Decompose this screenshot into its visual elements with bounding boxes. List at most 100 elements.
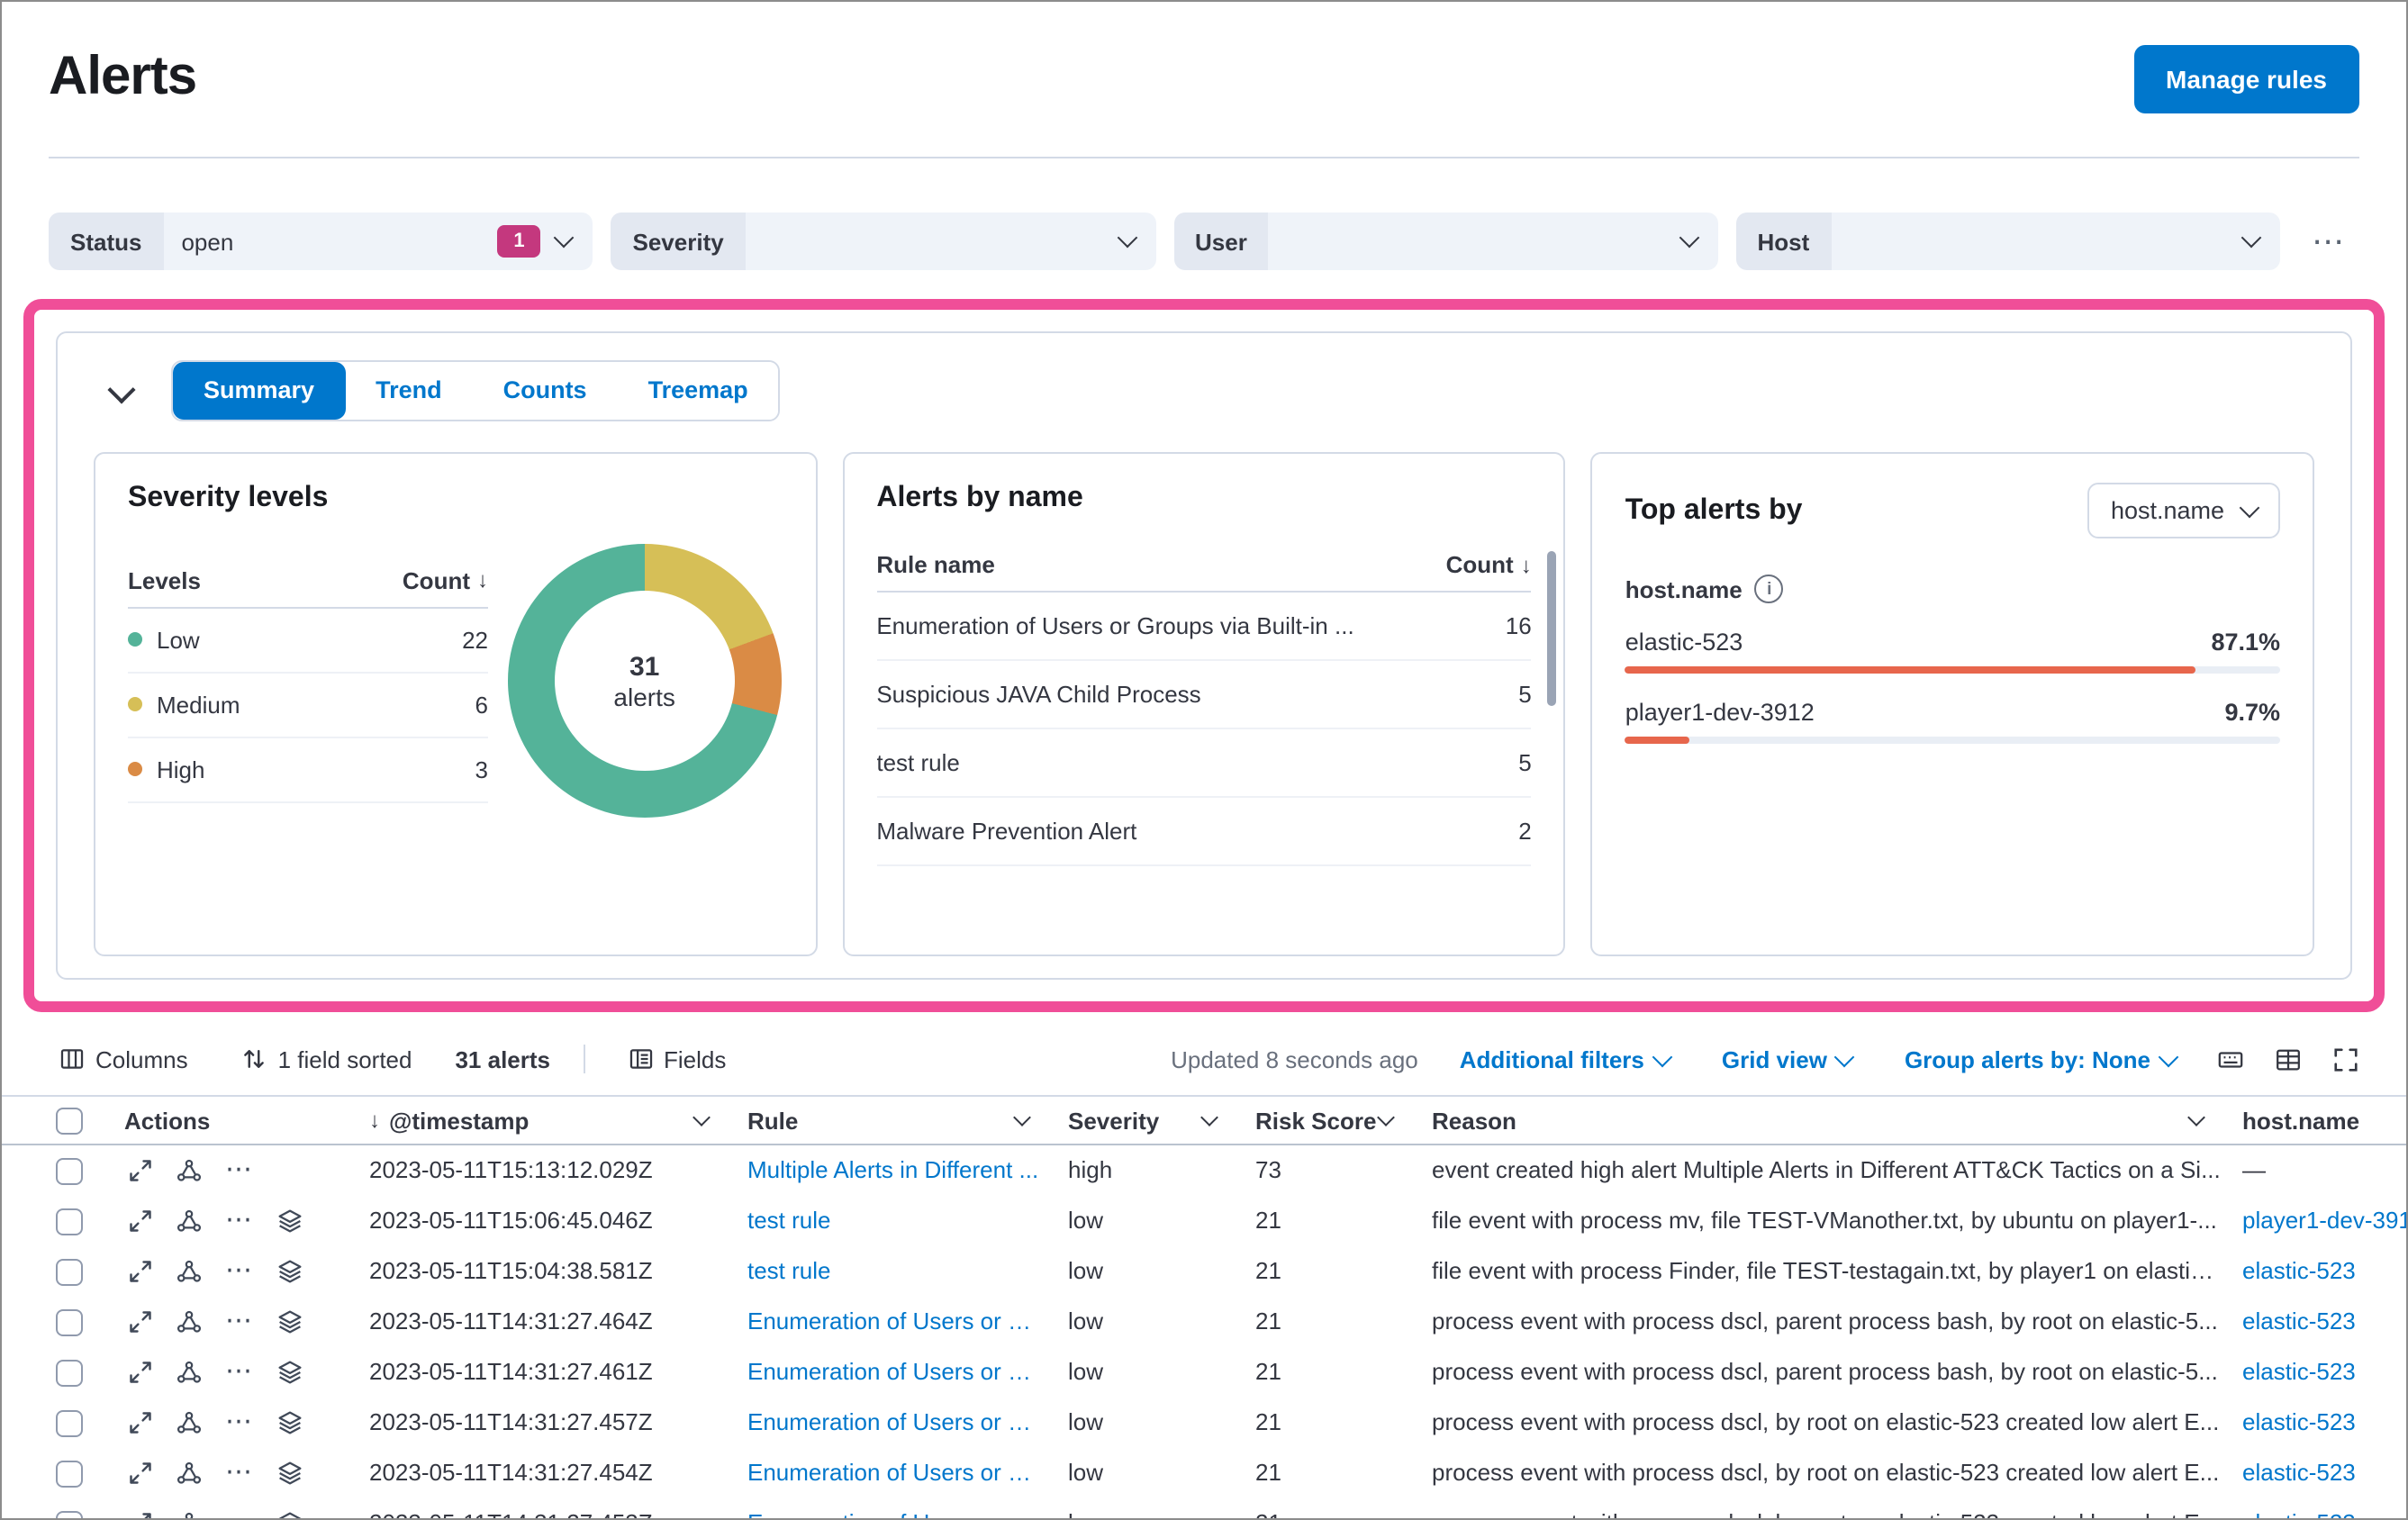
more-actions-icon[interactable]: ⋯	[225, 1158, 253, 1183]
analyze-event-icon[interactable]	[177, 1461, 202, 1486]
column-header-timestamp[interactable]: ↓ @timestamp	[348, 1107, 726, 1134]
session-view-icon[interactable]	[276, 1410, 302, 1435]
column-header-rule[interactable]: Rule	[726, 1107, 1046, 1134]
rule-link[interactable]: Enumeration of Users or Gr...	[726, 1347, 1046, 1398]
host-link[interactable]: player1-dev-3912	[2221, 1196, 2406, 1246]
more-actions-icon[interactable]: ⋯	[225, 1208, 253, 1234]
chevron-down-icon	[2239, 496, 2260, 518]
host-link[interactable]: elastic-523	[2221, 1246, 2406, 1297]
row-checkbox[interactable]	[56, 1359, 83, 1386]
severity-col-count[interactable]: Count ↓	[403, 566, 488, 593]
analyze-event-icon[interactable]	[177, 1208, 202, 1234]
expand-alert-icon[interactable]	[128, 1511, 153, 1520]
collapse-charts-button[interactable]	[94, 375, 136, 404]
analyze-event-icon[interactable]	[177, 1511, 202, 1520]
host-link[interactable]: elastic-523	[2221, 1347, 2406, 1398]
select-all-checkbox[interactable]	[56, 1107, 83, 1134]
row-checkbox[interactable]	[56, 1258, 83, 1285]
alert-row: ⋯ 2023-05-11T14:31:27.454Z Enumeration o…	[2, 1448, 2406, 1498]
severity-cell: low	[1068, 1207, 1104, 1234]
filter-host[interactable]: Host	[1735, 213, 2280, 270]
sorted-fields-button[interactable]: 1 field sorted	[231, 1044, 423, 1074]
row-checkbox[interactable]	[56, 1208, 83, 1235]
row-checkbox[interactable]	[56, 1460, 83, 1487]
fields-button[interactable]: Fields	[617, 1044, 737, 1074]
column-header-severity[interactable]: Severity	[1046, 1107, 1234, 1134]
more-actions-icon[interactable]: ⋯	[225, 1511, 253, 1518]
severity-row-high: High 3	[128, 737, 488, 802]
session-view-icon[interactable]	[276, 1309, 302, 1335]
expand-alert-icon[interactable]	[128, 1208, 153, 1234]
more-actions-icon[interactable]: ⋯	[225, 1410, 253, 1435]
session-view-icon[interactable]	[276, 1461, 302, 1486]
filter-status[interactable]: Status open 1	[49, 213, 593, 270]
abn-row: Suspicious JAVA Child Process 5	[876, 661, 1532, 729]
session-view-icon[interactable]	[276, 1259, 302, 1284]
more-actions-icon[interactable]: ⋯	[225, 1461, 253, 1486]
expand-alert-icon[interactable]	[128, 1410, 153, 1435]
analyze-event-icon[interactable]	[177, 1309, 202, 1335]
tab-summary[interactable]: Summary	[173, 362, 346, 420]
host-link[interactable]: elastic-523	[2221, 1448, 2406, 1498]
analyze-event-icon[interactable]	[177, 1259, 202, 1284]
host-link[interactable]: elastic-523	[2221, 1498, 2406, 1518]
more-actions-icon[interactable]: ⋯	[225, 1360, 253, 1385]
scrollbar-thumb[interactable]	[1547, 551, 1557, 706]
columns-button[interactable]: Columns	[49, 1044, 199, 1074]
fullscreen-button[interactable]	[2332, 1045, 2359, 1072]
top-alerts-row: player1-dev-3912 9.7%	[1625, 699, 2281, 744]
display-options-button[interactable]	[2275, 1045, 2302, 1072]
host-value-link[interactable]: elastic-523	[1625, 629, 1743, 656]
filter-severity[interactable]: Severity	[611, 213, 1155, 270]
expand-alert-icon[interactable]	[128, 1360, 153, 1385]
rule-link[interactable]: Multiple Alerts in Different ...	[726, 1145, 1046, 1196]
tab-trend[interactable]: Trend	[345, 362, 473, 420]
tab-counts[interactable]: Counts	[472, 362, 618, 420]
alert-row: ⋯ 2023-05-11T15:13:12.029Z Multiple Aler…	[2, 1145, 2406, 1196]
expand-alert-icon[interactable]	[128, 1158, 153, 1183]
expand-alert-icon[interactable]	[128, 1259, 153, 1284]
row-checkbox[interactable]	[56, 1157, 83, 1184]
host-value-link[interactable]: player1-dev-3912	[1625, 699, 1815, 726]
toolbar-divider	[583, 1045, 584, 1073]
filter-user[interactable]: User	[1173, 213, 1718, 270]
alert-row: ⋯ 2023-05-11T14:31:27.461Z Enumeration o…	[2, 1347, 2406, 1398]
row-checkbox[interactable]	[56, 1308, 83, 1335]
analyze-event-icon[interactable]	[177, 1360, 202, 1385]
rule-link[interactable]: test rule	[726, 1196, 1046, 1246]
abn-col-count[interactable]: Count ↓	[1446, 551, 1532, 578]
expand-alert-icon[interactable]	[128, 1461, 153, 1486]
more-filters-button[interactable]: ⋯	[2298, 213, 2359, 270]
rule-link[interactable]: Enumeration of Users or Gr...	[726, 1498, 1046, 1518]
rule-link[interactable]: test rule	[726, 1246, 1046, 1297]
rule-link[interactable]: Enumeration of Users or Gr...	[726, 1398, 1046, 1448]
row-checkbox[interactable]	[56, 1409, 83, 1436]
more-actions-icon[interactable]: ⋯	[225, 1309, 253, 1335]
grid-view-dropdown[interactable]: Grid view	[1711, 1044, 1863, 1074]
charts-section: Summary Trend Counts Treemap Severity le…	[56, 331, 2352, 980]
tab-treemap[interactable]: Treemap	[617, 362, 779, 420]
host-link[interactable]: elastic-523	[2221, 1398, 2406, 1448]
top-alerts-field-select[interactable]: host.name	[2087, 483, 2281, 538]
additional-filters-dropdown[interactable]: Additional filters	[1449, 1044, 1680, 1074]
rule-link[interactable]: Enumeration of Users or Gr...	[726, 1297, 1046, 1347]
alert-row: ⋯ 2023-05-11T15:06:45.046Z test rule low…	[2, 1196, 2406, 1246]
alerts-by-name-table: Rule name Count ↓ Enumeration of Users o…	[876, 544, 1532, 866]
group-alerts-dropdown[interactable]: Group alerts by: None	[1894, 1044, 2186, 1074]
column-header-reason[interactable]: Reason	[1410, 1107, 2221, 1134]
rule-link[interactable]: Enumeration of Users or Gr...	[726, 1448, 1046, 1498]
more-actions-icon[interactable]: ⋯	[225, 1259, 253, 1284]
column-header-host-name[interactable]: host.name	[2221, 1107, 2406, 1134]
column-header-risk-score[interactable]: Risk Score	[1234, 1107, 1410, 1134]
expand-alert-icon[interactable]	[128, 1309, 153, 1335]
session-view-icon[interactable]	[276, 1208, 302, 1234]
session-view-icon[interactable]	[276, 1511, 302, 1520]
session-view-icon[interactable]	[276, 1360, 302, 1385]
analyze-event-icon[interactable]	[177, 1410, 202, 1435]
manage-rules-button[interactable]: Manage rules	[2133, 45, 2359, 113]
row-checkbox[interactable]	[56, 1510, 83, 1518]
host-link[interactable]: elastic-523	[2221, 1297, 2406, 1347]
analyze-event-icon[interactable]	[177, 1158, 202, 1183]
keyboard-shortcuts-button[interactable]	[2217, 1045, 2244, 1072]
sort-descending-icon: ↓	[369, 1107, 380, 1132]
